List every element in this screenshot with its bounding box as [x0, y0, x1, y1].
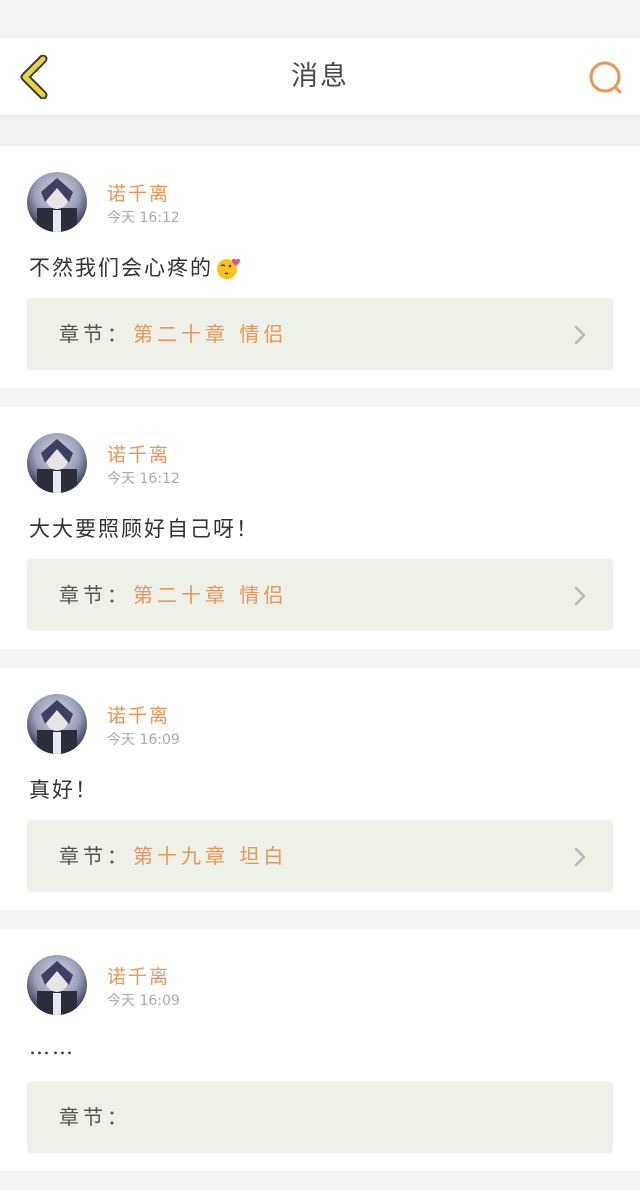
username[interactable]: 诺千离: [107, 440, 170, 467]
timestamp: 今天 16:09: [107, 993, 180, 1009]
search-icon: [589, 61, 622, 94]
chapter-link[interactable]: 章节： 第十九章 坦白: [27, 820, 613, 892]
chapter-label: 章节：: [59, 583, 131, 607]
message-text: 大大要照顾好自己呀！: [29, 517, 259, 541]
chapter-label: 章节：: [59, 844, 131, 868]
search-button[interactable]: [586, 58, 626, 98]
header-bar: 消息: [0, 38, 640, 116]
message-text-row: 真好！: [29, 774, 98, 804]
message-text: ……: [29, 1035, 75, 1059]
section-gap: [0, 116, 640, 146]
avatar[interactable]: [27, 433, 87, 493]
message-text: 不然我们会心疼的: [29, 256, 213, 280]
chapter-label: 章节：: [59, 322, 131, 346]
chapter-link[interactable]: 章节： 第二十章 情侣: [27, 298, 613, 370]
chapter-title: 第十九章 坦白: [133, 844, 288, 868]
timestamp: 今天 16:09: [107, 732, 180, 748]
status-bar-area: [0, 0, 640, 38]
timestamp: 今天 16:12: [107, 210, 180, 226]
message-text: 真好！: [29, 778, 98, 802]
username[interactable]: 诺千离: [107, 179, 170, 206]
avatar[interactable]: [27, 955, 87, 1015]
message-card: 诺千离 今天 16:12 大大要照顾好自己呀！ 章节： 第二十章 情侣: [0, 407, 640, 649]
chapter-link[interactable]: 章节： 第二十章 情侣: [27, 559, 613, 631]
timestamp: 今天 16:12: [107, 471, 180, 487]
message-text-row: 不然我们会心疼的: [29, 252, 243, 282]
message-text-row: 大大要照顾好自己呀！: [29, 513, 259, 543]
message-card: 诺千离 今天 16:12 不然我们会心疼的 章节： 第二十章 情侣: [0, 146, 640, 388]
message-list: 诺千离 今天 16:12 不然我们会心疼的 章节： 第二十章 情侣 诺千离 今天…: [0, 146, 640, 1190]
message-card: 诺千离 今天 16:09 真好！ 章节： 第十九章 坦白: [0, 668, 640, 910]
message-card: 诺千离 今天 16:09 …… 章节：: [0, 929, 640, 1171]
chapter-label: 章节：: [59, 1105, 131, 1129]
message-text-row: ……: [29, 1035, 75, 1059]
username[interactable]: 诺千离: [107, 701, 170, 728]
chapter-title: 第二十章 情侣: [133, 322, 288, 346]
page-title: 消息: [291, 61, 349, 92]
username[interactable]: 诺千离: [107, 962, 170, 989]
avatar[interactable]: [27, 172, 87, 232]
chapter-link[interactable]: 章节：: [27, 1081, 613, 1153]
chapter-title: 第二十章 情侣: [133, 583, 288, 607]
avatar[interactable]: [27, 694, 87, 754]
chevron-right-icon: [574, 325, 586, 345]
kiss-emoji-icon: [217, 258, 241, 279]
chevron-right-icon: [574, 847, 586, 867]
chevron-right-icon: [574, 586, 586, 606]
